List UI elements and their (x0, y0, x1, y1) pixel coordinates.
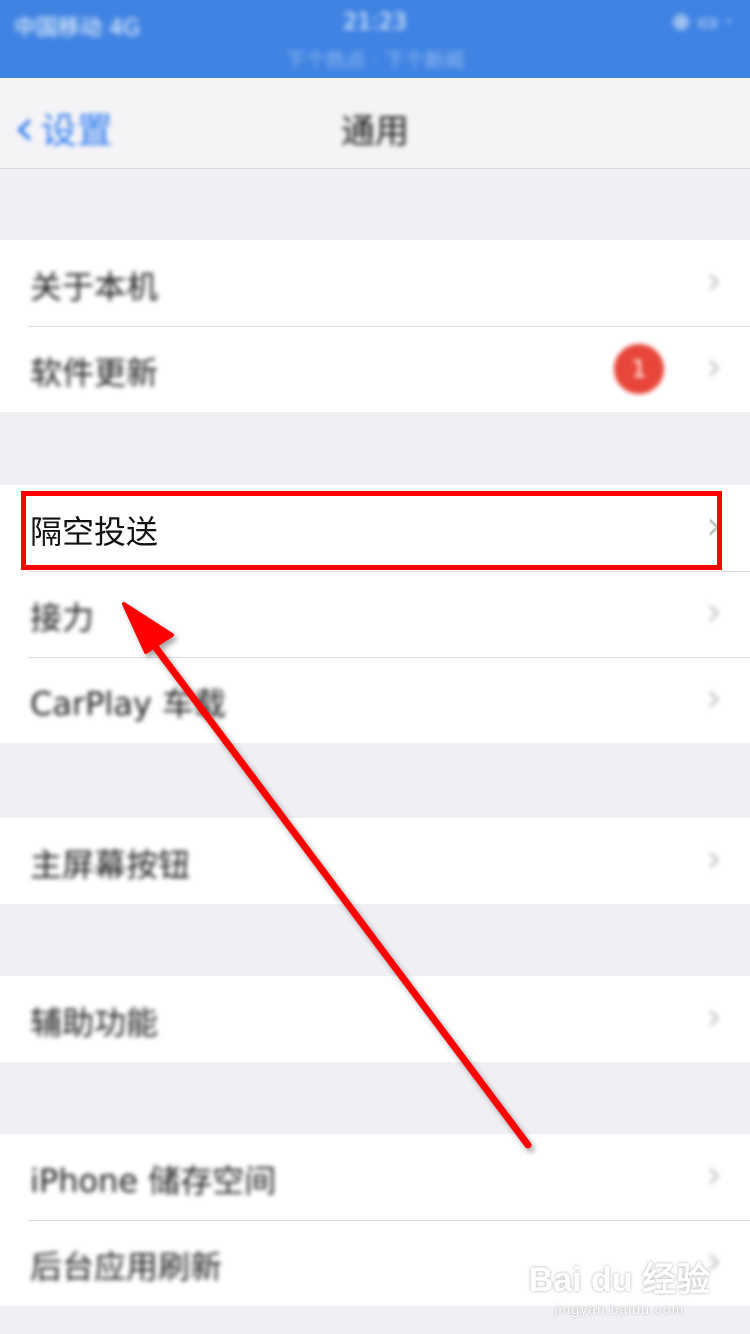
row-home-button[interactable]: 主屏幕按钮 › (0, 818, 750, 904)
chevron-right-icon: › (706, 675, 722, 721)
row-label: 主屏幕按钮 (30, 846, 191, 884)
highlight-box (21, 491, 722, 570)
row-iphone-storage[interactable]: iPhone 储存空间 › (0, 1134, 750, 1220)
row-handoff[interactable]: 接力 › (0, 571, 750, 657)
row-about[interactable]: 关于本机 › (0, 240, 750, 326)
row-carplay[interactable]: CarPlay 车载 › (0, 657, 750, 743)
row-label: 关于本机 (30, 268, 159, 306)
navigation-bar: ‹ 设置 通用 (0, 78, 750, 169)
watermark-logo-text: Bai du 经验 (528, 1261, 710, 1299)
chevron-right-icon: › (706, 589, 722, 635)
row-label: 后台应用刷新 (30, 1248, 223, 1286)
row-accessibility[interactable]: 辅助功能 › (0, 976, 750, 1062)
status-subtitle: 下个热点 · 下个新闻 (285, 48, 465, 72)
status-icons: ⊕ ▭ · (671, 10, 732, 35)
settings-group-accessibility: 辅助功能 › (0, 976, 750, 1062)
status-bar: 中国移动 4G 21:23 下个热点 · 下个新闻 ⊕ ▭ · (0, 0, 750, 78)
row-label: iPhone 储存空间 (30, 1162, 277, 1200)
update-badge: 1 (614, 344, 664, 394)
chevron-right-icon: › (706, 994, 722, 1040)
row-software-update[interactable]: 软件更新 1 › (0, 326, 750, 412)
row-label: CarPlay 车载 (30, 685, 227, 723)
settings-group-home-button: 主屏幕按钮 › (0, 818, 750, 904)
row-label: 软件更新 (30, 354, 159, 392)
row-label: 接力 (30, 599, 95, 637)
status-time: 21:23 (343, 10, 407, 35)
watermark-url: jingyan.baidu.com (554, 1301, 685, 1317)
chevron-right-icon: › (706, 344, 722, 390)
chevron-right-icon: › (706, 1152, 722, 1198)
settings-group-about: 关于本机 › 软件更新 1 › (0, 240, 750, 412)
chevron-right-icon: › (706, 258, 722, 304)
baidu-jingyan-watermark: Bai du 经验 jingyan.baidu.com (529, 1252, 710, 1317)
page-title: 通用 (341, 112, 409, 152)
chevron-right-icon: › (706, 836, 722, 882)
row-label: 辅助功能 (30, 1004, 159, 1042)
